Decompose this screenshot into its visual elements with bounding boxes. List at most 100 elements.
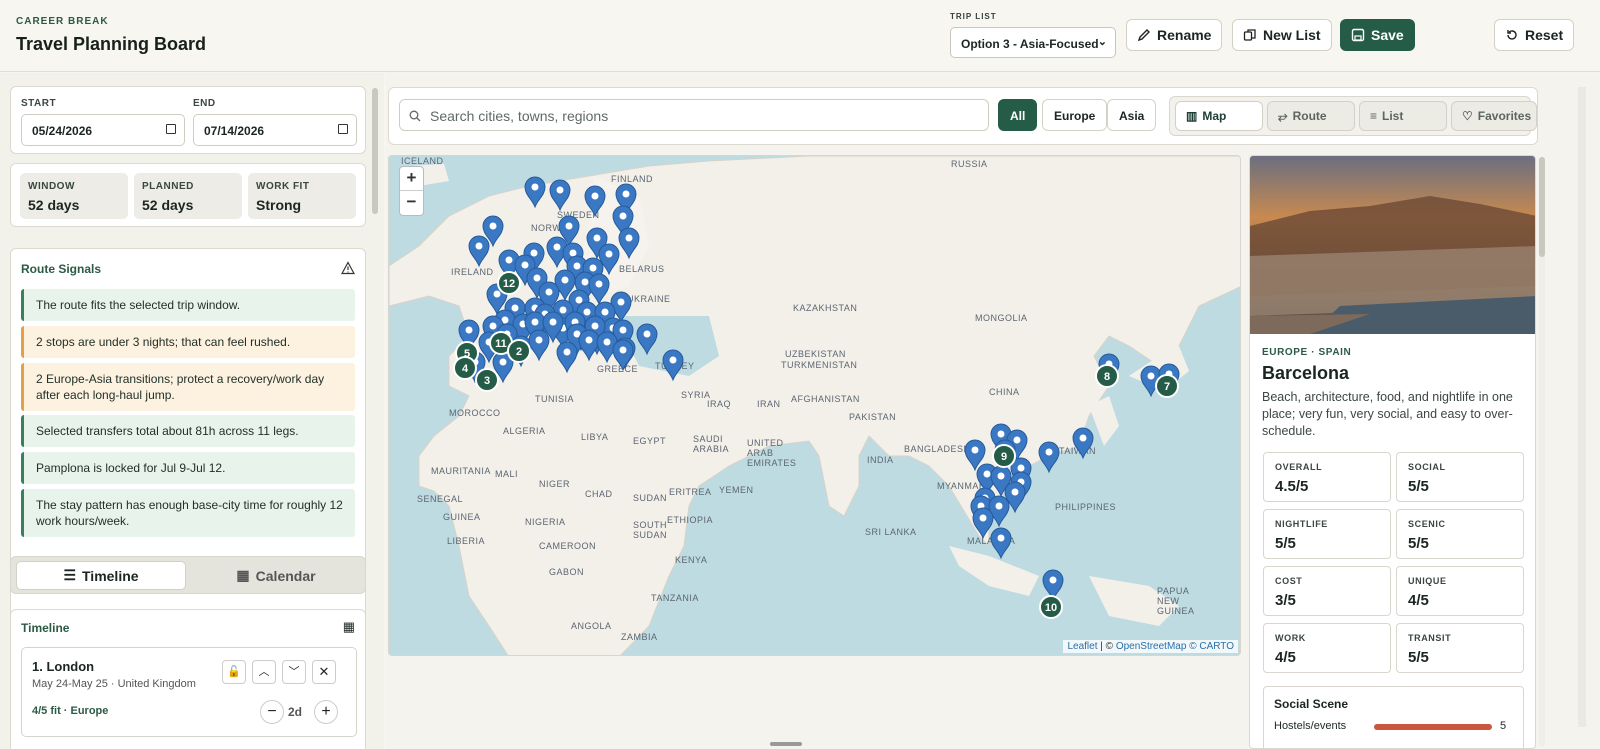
metric-value: 4/5 — [1275, 649, 1296, 666]
map-label: ETHIOPIA — [667, 515, 714, 525]
metric-cost: COST 3/5 — [1263, 566, 1391, 616]
calendar-icon — [166, 124, 176, 134]
metric-nightlife: NIGHTLIFE 5/5 — [1263, 509, 1391, 559]
increase-duration-button[interactable]: + — [314, 700, 338, 724]
map-label: INDIA — [867, 455, 894, 465]
page-title: Travel Planning Board — [16, 34, 207, 54]
tab-calendar[interactable]: ▦ Calendar — [191, 561, 361, 590]
metric-value: 4/5 — [1408, 592, 1429, 609]
move-up-button[interactable]: ︿ — [252, 660, 276, 684]
social-scene-title: Social Scene — [1274, 697, 1349, 711]
save-button[interactable]: Save — [1340, 19, 1415, 51]
map-label: SAUDI ARABIA — [693, 434, 730, 454]
signal-item: 2 stops are under 3 nights; that can fee… — [21, 326, 355, 358]
signal-item: The stay pattern has enough base-city ti… — [21, 489, 355, 537]
map-attribution: Leaflet | © OpenStreetMap © CARTO — [1063, 640, 1238, 653]
view-map[interactable]: ▥ Map — [1175, 101, 1263, 131]
view-route-label: Route — [1292, 109, 1327, 123]
zoom-out-button[interactable]: − — [400, 191, 423, 215]
map-label: CHAD — [585, 489, 613, 499]
metric-label: COST — [1275, 576, 1303, 586]
new-list-button[interactable]: New List — [1232, 19, 1332, 51]
resize-handle[interactable] — [770, 742, 802, 746]
start-date-value: 05/24/2026 — [32, 124, 93, 138]
route-icon: ⥂ — [1278, 108, 1288, 123]
app-eyebrow: CAREER BREAK — [16, 16, 109, 27]
move-down-button[interactable]: ﹀ — [282, 660, 306, 684]
view-list[interactable]: ≡ List — [1359, 101, 1447, 131]
stat-label: PLANNED — [142, 181, 194, 192]
reset-label: Reset — [1525, 27, 1564, 43]
map-icon: ▥ — [1186, 109, 1198, 123]
timeline-stop[interactable]: 1. London May 24-May 25 · United Kingdom… — [21, 647, 357, 737]
map-label: ZAMBIA — [621, 632, 658, 642]
reset-button[interactable]: Reset — [1494, 19, 1575, 51]
filter-all[interactable]: All — [998, 99, 1038, 131]
left-scrollbar[interactable] — [372, 88, 378, 214]
carto-link[interactable]: © CARTO — [1189, 641, 1234, 652]
map-label: NIGER — [539, 479, 571, 489]
stat-label: WINDOW — [28, 181, 75, 192]
metric-label: SCENIC — [1408, 519, 1446, 529]
lock-button[interactable]: 🔓 — [222, 660, 246, 684]
map-label: NIGERIA — [525, 517, 566, 527]
map-label: UZBEKISTAN — [785, 349, 846, 359]
zoom-in-button[interactable]: + — [400, 167, 423, 191]
map-view[interactable]: ICELAND RUSSIA FINLAND SWEDEN NORWAY BEL… — [388, 155, 1241, 656]
signal-item: Pamplona is locked for Jul 9-Jul 12. — [21, 452, 355, 484]
metric-value: 5/5 — [1275, 535, 1296, 552]
leaflet-link[interactable]: Leaflet — [1067, 641, 1097, 652]
social-bar-track — [1374, 724, 1492, 730]
search-input[interactable]: Search cities, towns, regions — [399, 99, 989, 131]
map-base — [389, 156, 1240, 655]
map-label: PHILIPPINES — [1055, 502, 1117, 512]
filter-europe[interactable]: Europe — [1042, 99, 1108, 131]
map-label: LIBYA — [581, 432, 609, 442]
stat-label: WORK FIT — [256, 181, 310, 192]
stat-value: Strong — [256, 197, 302, 213]
date-range-card: START 05/24/2026 END 07/14/2026 — [10, 86, 366, 154]
decrease-duration-button[interactable]: − — [260, 700, 284, 724]
detail-scrollbar[interactable] — [1539, 157, 1545, 257]
view-route[interactable]: ⥂ Route — [1267, 101, 1355, 131]
city-name: Barcelona — [1262, 363, 1350, 383]
map-label: ANGOLA — [571, 621, 612, 631]
pencil-icon — [1137, 29, 1150, 42]
metric-label: NIGHTLIFE — [1275, 519, 1328, 529]
map-label: GREECE — [597, 364, 639, 374]
remove-stop-button[interactable]: ✕ — [312, 660, 336, 684]
tab-timeline[interactable]: ☰ Timeline — [16, 561, 186, 590]
view-favorites[interactable]: ♡ Favorites — [1451, 101, 1537, 131]
search-icon — [409, 110, 421, 122]
signal-item: The route fits the selected trip window. — [21, 289, 355, 321]
heart-icon: ♡ — [1462, 109, 1473, 123]
stop-dates: May 24-May 25 · United Kingdom — [32, 678, 196, 690]
rename-button[interactable]: Rename — [1126, 19, 1223, 51]
rename-label: Rename — [1157, 27, 1212, 43]
map-label: KENYA — [675, 555, 708, 565]
end-date-input[interactable]: 07/14/2026 — [193, 114, 357, 146]
map-label: AFGHANISTAN — [791, 394, 860, 404]
start-date-input[interactable]: 05/24/2026 — [21, 114, 185, 146]
search-placeholder: Search cities, towns, regions — [430, 108, 609, 124]
trip-list-select[interactable]: Option 3 - Asia-Focused ⌄ — [950, 27, 1116, 58]
map-label: UNITED ARAB EMIRATES — [747, 438, 797, 468]
map-label: MAURITANIA — [431, 466, 491, 476]
metric-overall: OVERALL 4.5/5 — [1263, 452, 1391, 502]
metric-social: SOCIAL 5/5 — [1396, 452, 1524, 502]
city-description: Beach, architecture, food, and nightlife… — [1262, 390, 1513, 438]
end-date-value: 07/14/2026 — [204, 124, 265, 138]
map-label: MYANMAR — [937, 481, 986, 491]
stat-planned: PLANNED 52 days — [134, 173, 242, 219]
stop-name: 1. London — [32, 659, 95, 674]
map-label: MOROCCO — [449, 408, 501, 418]
map-label: IRELAND — [451, 267, 494, 277]
osm-link[interactable]: OpenStreetMap — [1116, 641, 1187, 652]
map-label: CHINA — [989, 387, 1020, 397]
filter-asia[interactable]: Asia — [1107, 99, 1157, 131]
detail-scrollbar-track[interactable] — [1539, 157, 1545, 747]
trip-list-label: TRIP LIST — [950, 12, 997, 21]
map-label: TAIWAN — [1059, 446, 1096, 456]
map-label: PAKISTAN — [849, 412, 897, 422]
route-signals-title: Route Signals — [21, 262, 102, 276]
